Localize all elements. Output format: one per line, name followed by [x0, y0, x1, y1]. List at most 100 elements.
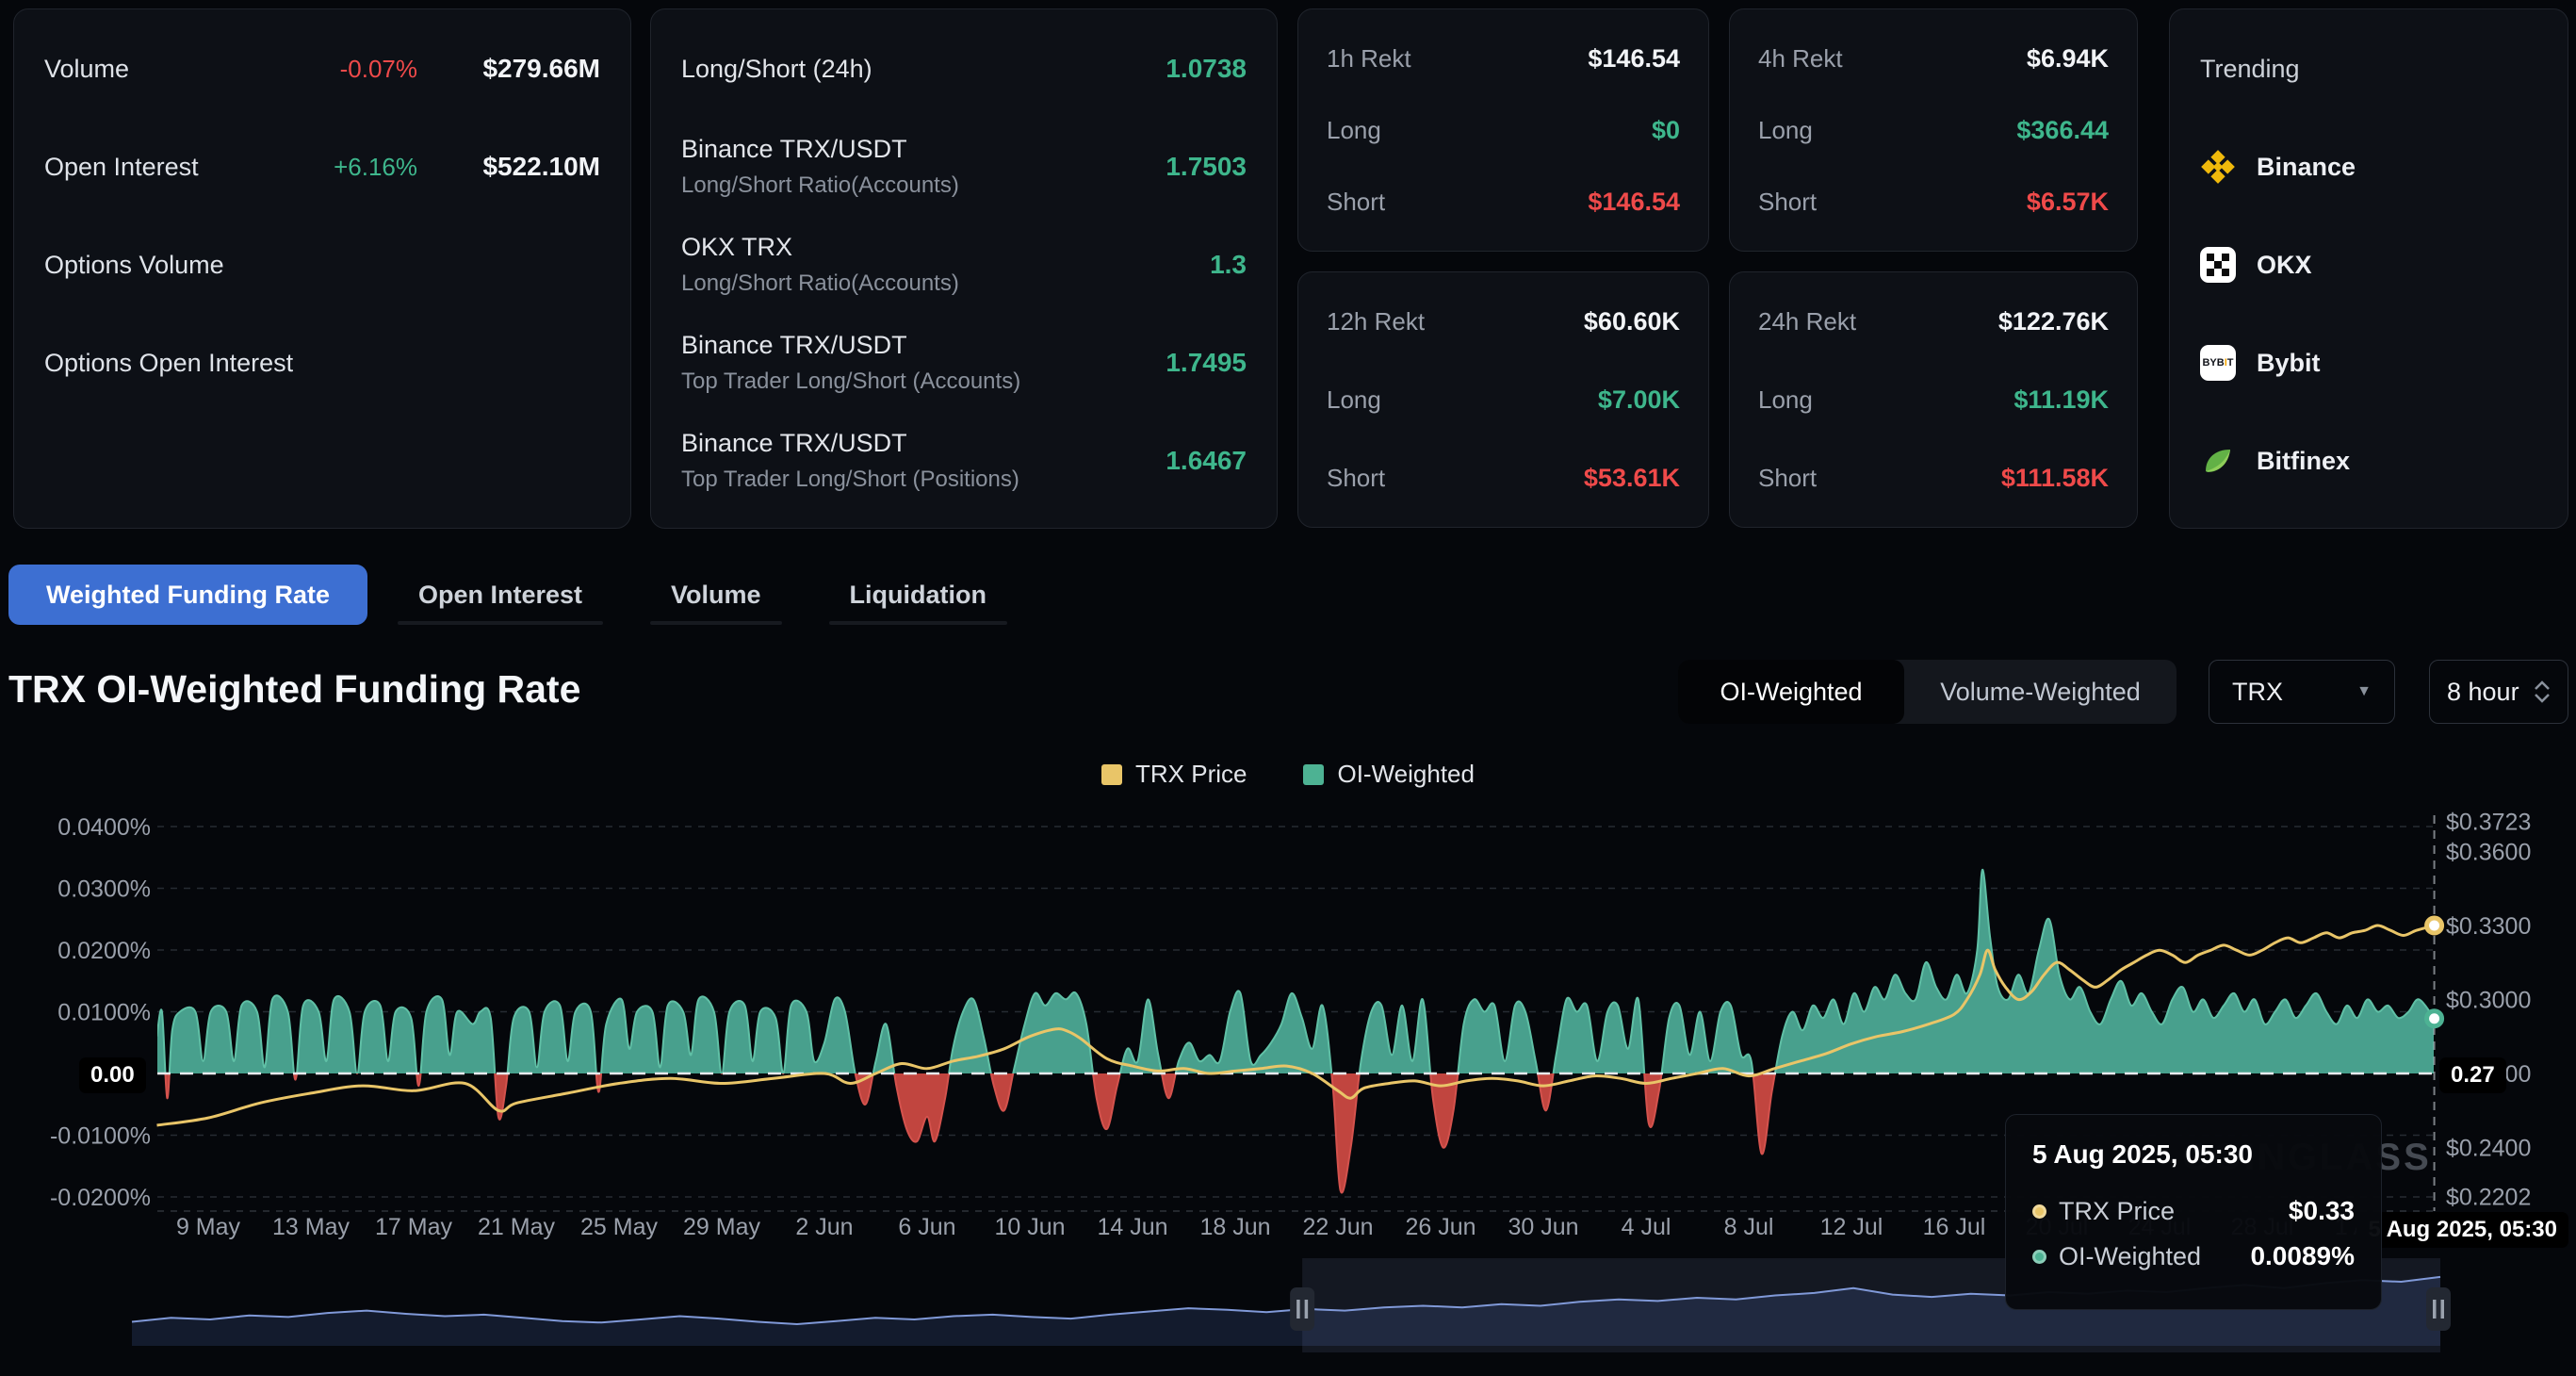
x-axis-tick: 10 Jun [994, 1214, 1065, 1240]
x-axis-tick: 12 Jul [1820, 1214, 1883, 1240]
trending-row: OKX [2200, 216, 2537, 314]
stat-row[interactable]: Open Interest+6.16%$522.10M [44, 118, 600, 216]
stat-row[interactable]: Options Open Interest [44, 314, 600, 412]
bitfinex-logo-icon [2200, 443, 2236, 479]
trending-title: Trending [2200, 55, 2300, 84]
long-short-title: OKX TRX [681, 233, 959, 262]
right-axis-tick: $0.3300 [2446, 913, 2531, 940]
interval-select[interactable]: 8 hour [2429, 660, 2568, 724]
rekt-short-label: Short [1327, 188, 1385, 217]
legend-swatch [1101, 764, 1122, 785]
tooltip-series-dot [2032, 1250, 2046, 1264]
left-axis-zero-badge: 0.00 [79, 1057, 146, 1093]
tab-volume[interactable]: Volume [633, 565, 799, 625]
tab-underline [829, 621, 1007, 625]
funding-marker-dot [2427, 1011, 2442, 1026]
okx-logo-icon [2200, 247, 2236, 283]
x-axis-tick: 26 Jun [1405, 1214, 1475, 1240]
x-axis-tick: 4 Jul [1622, 1214, 1671, 1240]
tooltip-series-name: OI-Weighted [2059, 1242, 2201, 1271]
x-axis-tick: 21 May [478, 1214, 555, 1240]
rekt-card-body: 1h Rekt$146.54Long$0Short$146.54 [1298, 9, 1708, 251]
x-axis-tick: 18 Jun [1199, 1214, 1270, 1240]
long-short-row[interactable]: OKX TRXLong/Short Ratio(Accounts)1.3 [681, 216, 1247, 314]
toggle-oi-weighted[interactable]: OI-Weighted [1678, 660, 1904, 724]
trending-row: BYBITBybit [2200, 314, 2537, 412]
tab-label: Liquidation [850, 581, 986, 610]
tooltip-row: TRX Price$0.33 [2032, 1196, 2355, 1226]
rekt-total-value: $146.54 [1588, 44, 1680, 74]
rekt-long-value: $7.00K [1598, 385, 1680, 415]
x-axis-tick: 9 May [176, 1214, 241, 1240]
left-axis-tick: 0.0400% [57, 814, 151, 841]
navigator-handle-grip[interactable] [2433, 1300, 2437, 1319]
x-axis-tick: 2 Jun [795, 1214, 853, 1240]
stat-value: $522.10M [459, 152, 600, 182]
right-axis-zero-badge: 0.27 [2439, 1057, 2506, 1093]
tab-open-interest[interactable]: Open Interest [381, 565, 620, 625]
tab-weighted-funding-rate[interactable]: Weighted Funding Rate [8, 565, 367, 625]
stat-row[interactable]: Options Volume [44, 216, 600, 314]
long-short-row[interactable]: Binance TRX/USDTTop Trader Long/Short (P… [681, 412, 1247, 510]
stat-change: -0.07% [340, 55, 417, 84]
left-axis-tick: 0.0300% [57, 876, 151, 903]
trending-item-bybit[interactable]: BYBITBybit [2200, 345, 2321, 381]
long-short-labels: Binance TRX/USDTTop Trader Long/Short (P… [681, 429, 1019, 493]
legend-item-oi-weighted[interactable]: OI-Weighted [1303, 760, 1474, 789]
stat-values: -0.07%$279.66M [340, 54, 600, 84]
rekt-short-label: Short [1758, 464, 1817, 493]
rekt-card: 4h Rekt$6.94KLong$366.44Short$6.57K [1729, 8, 2138, 252]
x-axis-tick: 6 Jun [898, 1214, 955, 1240]
rekt-short-value: $111.58K [2001, 464, 2109, 493]
stat-change: +6.16% [334, 153, 417, 182]
rekt-total-row: 24h Rekt$122.76K [1758, 291, 2109, 352]
legend-label: OI-Weighted [1337, 760, 1474, 789]
chart-legend: TRX Price OI-Weighted [0, 760, 2576, 789]
trending-item-binance[interactable]: Binance [2200, 149, 2356, 185]
rekt-card: 1h Rekt$146.54Long$0Short$146.54 [1297, 8, 1709, 252]
trending-item-label: Bybit [2257, 349, 2321, 378]
rekt-card: 24h Rekt$122.76K Long$11.19K Short $111.58K [1729, 271, 2138, 528]
weighting-toggle: OI-Weighted Volume-Weighted [1678, 660, 2177, 724]
navigator-handle-grip[interactable] [2441, 1300, 2445, 1319]
trending-item-bitfinex[interactable]: Bitfinex [2200, 443, 2350, 479]
tab-liquidation[interactable]: Liquidation [812, 565, 1024, 625]
symbol-select[interactable]: TRX ▼ [2209, 660, 2395, 724]
long-short-labels: Binance TRX/USDTLong/Short Ratio(Account… [681, 135, 959, 199]
rekt-card-body: 4h Rekt$6.94KLong$366.44Short$6.57K [1730, 9, 2137, 251]
stat-row[interactable]: Volume-0.07%$279.66M [44, 20, 600, 118]
long-short-row[interactable]: Binance TRX/USDTLong/Short Ratio(Account… [681, 118, 1247, 216]
navigator-handle-grip[interactable] [1296, 1300, 1300, 1319]
long-short-value: 1.0738 [1166, 54, 1247, 84]
navigator-handle-left[interactable] [1290, 1287, 1314, 1331]
rekt-short-row: Short$53.61K [1327, 448, 1680, 508]
navigator-handle-right[interactable] [2426, 1287, 2451, 1331]
navigator-handle-grip[interactable] [1305, 1300, 1309, 1319]
x-axis-tick: 13 May [272, 1214, 350, 1240]
rekt-card-body: 24h Rekt$122.76K Long$11.19K Short $111.58K [1730, 272, 2137, 527]
right-axis-tick: $0.3000 [2446, 987, 2531, 1013]
trending-item-okx[interactable]: OKX [2200, 247, 2312, 283]
long-short-row[interactable]: Binance TRX/USDTTop Trader Long/Short (A… [681, 314, 1247, 412]
long-short-row[interactable]: Long/Short (24h)1.0738 [681, 20, 1247, 118]
chevron-down-icon: ▼ [2356, 683, 2372, 700]
legend-item-trx-price[interactable]: TRX Price [1101, 760, 1247, 789]
toggle-volume-weighted[interactable]: Volume-Weighted [1904, 660, 2177, 724]
long-short-subtitle: Top Trader Long/Short (Positions) [681, 467, 1019, 493]
rekt-long-row: Long$11.19K [1758, 369, 2109, 430]
long-short-subtitle: Long/Short Ratio(Accounts) [681, 270, 959, 297]
long-short-value: 1.7495 [1166, 348, 1247, 378]
chart-tabs: Weighted Funding RateOpen InterestVolume… [8, 565, 1024, 625]
dashboard: Volume-0.07%$279.66MOpen Interest+6.16%$… [0, 0, 2576, 1376]
stat-label: Options Open Interest [44, 349, 293, 378]
rekt-short-value: $146.54 [1588, 188, 1680, 217]
rekt-short-row: Short$6.57K [1758, 172, 2109, 232]
long-short-value: 1.7503 [1166, 152, 1247, 182]
right-axis-tick: $0.2400 [2446, 1136, 2531, 1162]
rekt-total-row: 1h Rekt$146.54 [1327, 28, 1680, 89]
rekt-card-body: 12h Rekt$60.60KLong$7.00KShort$53.61K [1298, 272, 1708, 527]
trending-row: Bitfinex [2200, 412, 2537, 510]
tooltip-series-dot [2032, 1204, 2046, 1219]
rekt-long-row: Long$366.44 [1758, 100, 2109, 160]
rekt-card: 12h Rekt$60.60KLong$7.00KShort$53.61K [1297, 271, 1709, 528]
